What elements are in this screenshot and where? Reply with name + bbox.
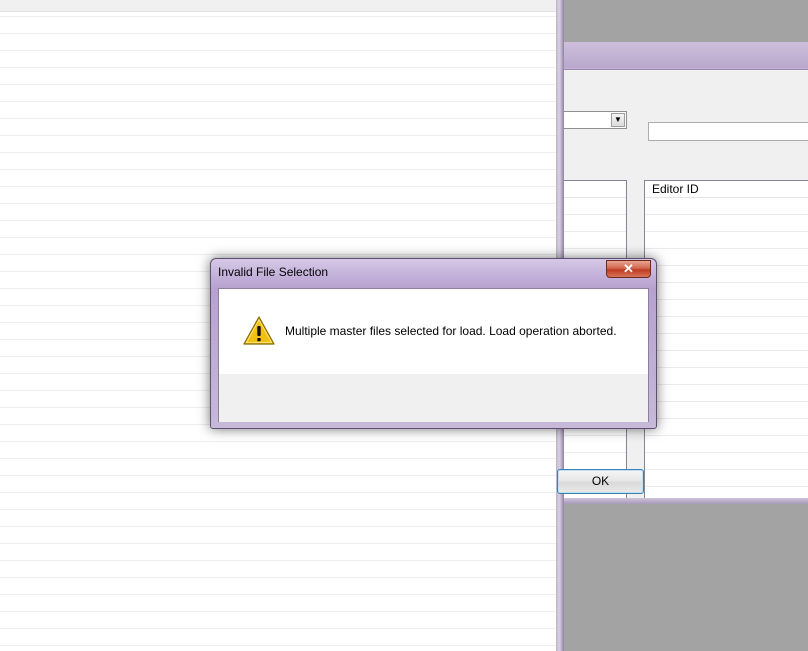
close-icon: ✕: [623, 261, 634, 276]
background-combo-box[interactable]: ▼: [564, 111, 627, 129]
invalid-file-selection-dialog: Invalid File Selection ✕ Multiple master…: [210, 258, 657, 494]
combo-dropdown-arrow-icon[interactable]: ▼: [611, 113, 625, 127]
background-list-editor-id[interactable]: Editor ID: [644, 180, 808, 502]
dialog-message: Multiple master files selected for load.…: [285, 324, 617, 338]
editor-id-column-header[interactable]: Editor ID: [645, 181, 808, 198]
left-list-header-strip: [0, 0, 556, 12]
dialog-title: Invalid File Selection: [218, 265, 329, 279]
close-button[interactable]: ✕: [606, 260, 651, 278]
ok-button[interactable]: OK: [557, 469, 644, 494]
dialog-client-area: Multiple master files selected for load.…: [218, 288, 649, 494]
desktop-background: [564, 504, 808, 651]
dialog-button-area: OK: [219, 374, 648, 494]
background-list-left-header[interactable]: [564, 181, 626, 198]
background-text-input[interactable]: [648, 122, 808, 141]
warning-icon: [243, 316, 275, 345]
dialog-message-area: Multiple master files selected for load.…: [219, 289, 648, 374]
